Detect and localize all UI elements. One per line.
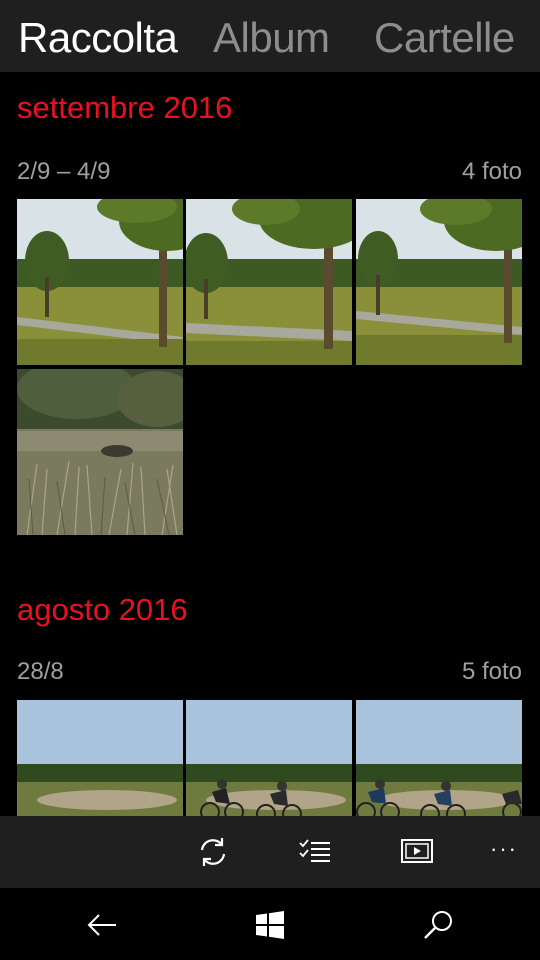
- photo-thumbnail[interactable]: [186, 199, 352, 365]
- tab-cartelle[interactable]: Cartelle: [374, 12, 515, 64]
- select-button[interactable]: [297, 834, 333, 870]
- sync-button[interactable]: [195, 834, 231, 870]
- tab-raccolta[interactable]: Raccolta: [18, 12, 178, 64]
- photo-count-label: 4 foto: [461, 158, 522, 185]
- date-group-header: 2/9 – 4/9 4 foto: [17, 158, 522, 186]
- back-button[interactable]: [85, 908, 119, 942]
- more-options-button[interactable]: ···: [488, 836, 520, 864]
- photo-thumbnail[interactable]: [356, 700, 522, 816]
- photo-thumbnail[interactable]: [17, 369, 183, 535]
- sync-icon: [200, 838, 226, 866]
- windows-start-icon: [256, 911, 284, 939]
- pivot-header: Raccolta Album Cartelle: [0, 0, 540, 72]
- photo-thumbnail[interactable]: [17, 199, 183, 365]
- month-heading-agosto[interactable]: agosto 2016: [17, 592, 188, 628]
- photo-thumbnail[interactable]: [356, 199, 522, 365]
- system-nav-bar: [0, 888, 540, 960]
- search-button[interactable]: [421, 908, 455, 942]
- slideshow-icon: [401, 839, 433, 863]
- command-bar: ···: [0, 816, 540, 888]
- photo-count-label: 5 foto: [461, 658, 522, 685]
- date-range-label: 28/8: [17, 658, 64, 685]
- month-heading-settembre[interactable]: settembre 2016: [17, 90, 232, 126]
- photo-thumbnail[interactable]: [17, 700, 183, 816]
- slideshow-button[interactable]: [399, 834, 435, 870]
- date-range-label: 2/9 – 4/9: [17, 158, 111, 185]
- photo-thumbnail[interactable]: [186, 700, 352, 816]
- start-button[interactable]: [253, 908, 287, 942]
- photo-collection-list[interactable]: settembre 2016 2/9 – 4/9 4 foto agosto 2…: [0, 72, 540, 816]
- search-icon: [424, 911, 452, 939]
- tab-album[interactable]: Album: [213, 12, 330, 64]
- date-group-header: 28/8 5 foto: [17, 658, 522, 686]
- back-icon: [87, 914, 116, 936]
- select-icon: [299, 839, 330, 862]
